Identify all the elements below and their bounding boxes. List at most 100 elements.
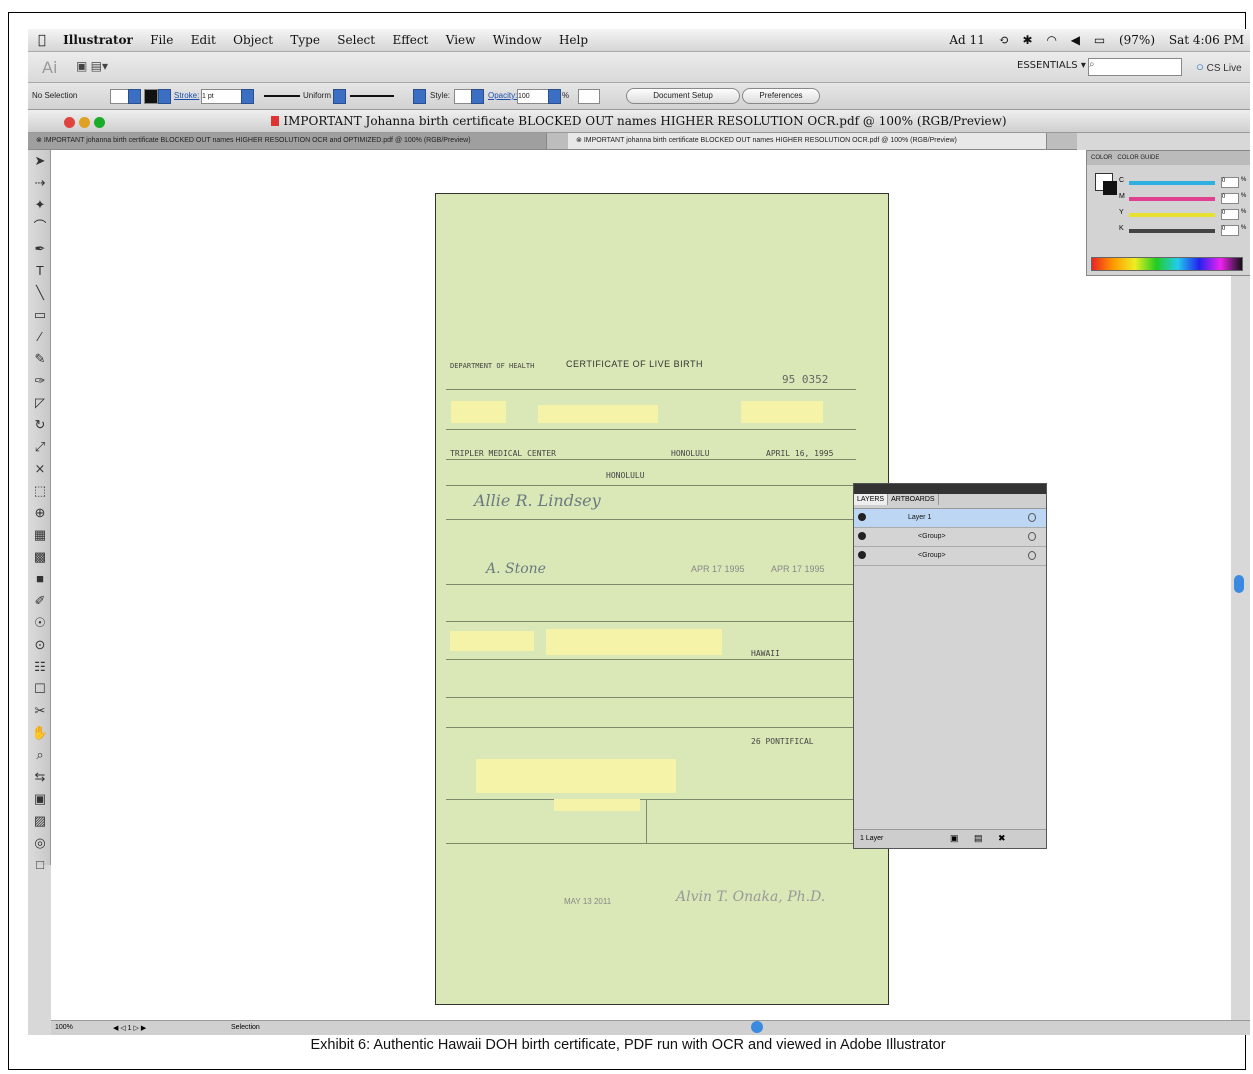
slice-tool-icon[interactable]: ✂ — [30, 700, 50, 722]
tab-layers[interactable]: LAYERS — [854, 494, 889, 505]
magic-wand-tool-icon[interactable]: ✦ — [30, 194, 50, 216]
style-swatch[interactable] — [454, 89, 472, 104]
opacity-dropdown[interactable] — [548, 89, 561, 104]
volume-icon[interactable]: ◀ — [1071, 33, 1080, 47]
color-mode-icon[interactable]: ▨ — [30, 810, 50, 832]
pencil-tool-icon[interactable]: ✎ — [30, 348, 50, 370]
fill-swatch[interactable] — [110, 89, 130, 104]
tab-color[interactable]: COLOR — [1091, 155, 1112, 161]
eyedropper-tool-icon[interactable]: ✐ — [30, 590, 50, 612]
layer-row[interactable]: <Group> — [854, 528, 1046, 547]
blob-brush-tool-icon[interactable]: ✑ — [30, 370, 50, 392]
uniform-label[interactable]: Uniform — [303, 91, 331, 100]
target-circle-icon[interactable] — [1028, 513, 1036, 522]
eraser-tool-icon[interactable]: ◸ — [30, 392, 50, 414]
bridge-icon[interactable]: ▣ ▤▾ — [76, 59, 108, 73]
shape-builder-tool-icon[interactable]: ⊕ — [30, 502, 50, 524]
artboard-canvas[interactable]: CERTIFICATE OF LIVE BIRTH DEPARTMENT OF … — [51, 150, 1231, 1020]
new-layer-icon[interactable]: ▣ — [950, 833, 959, 844]
mesh-tool-icon[interactable]: ▩ — [30, 546, 50, 568]
pen-tool-icon[interactable]: ✒ — [30, 238, 50, 260]
preferences-button[interactable]: Preferences — [742, 88, 820, 104]
menu-file[interactable]: File — [150, 33, 173, 47]
fill-stroke-icon[interactable]: ▣ — [30, 788, 50, 810]
menu-edit[interactable]: Edit — [191, 33, 216, 47]
direct-selection-tool-icon[interactable]: ⇢ — [30, 172, 50, 194]
adobe-status[interactable]: Ad 11 — [949, 33, 984, 47]
column-graph-tool-icon[interactable]: ☷ — [30, 656, 50, 678]
rectangle-tool-icon[interactable]: ▭ — [30, 304, 50, 326]
layer-row[interactable]: Layer 1 — [854, 509, 1046, 528]
brush-dropdown[interactable] — [413, 89, 426, 104]
profile-dropdown[interactable] — [333, 89, 346, 104]
visibility-eye-icon[interactable] — [858, 532, 866, 540]
color-spectrum[interactable] — [1091, 257, 1243, 271]
target-circle-icon[interactable] — [1028, 551, 1036, 560]
cyan-slider[interactable] — [1129, 181, 1215, 185]
yellow-slider[interactable] — [1129, 213, 1215, 217]
search-input[interactable]: ⌕ — [1088, 58, 1182, 76]
menu-type[interactable]: Type — [290, 33, 320, 47]
cs-live-button[interactable]: ○ CS Live — [1196, 59, 1242, 74]
line-tool-icon[interactable]: ╲ — [30, 282, 50, 304]
tab-ocr-doc[interactable]: ⊗ IMPORTANT johanna birth certificate BL… — [568, 133, 1047, 149]
wifi-icon[interactable]: ◠ — [1046, 33, 1056, 47]
hand-tool-icon[interactable]: ✋ — [30, 722, 50, 744]
layer-row[interactable]: <Group> — [854, 547, 1046, 566]
selection-tool-icon[interactable]: ➤ — [30, 150, 50, 172]
perspective-grid-tool-icon[interactable]: ▦ — [30, 524, 50, 546]
stroke-swatch-icon[interactable] — [1103, 181, 1117, 195]
magenta-value[interactable]: 0 — [1221, 193, 1239, 204]
screen-mode-icon[interactable]: □ — [30, 854, 50, 876]
black-slider[interactable] — [1129, 229, 1215, 233]
workspace-switcher[interactable]: ESSENTIALS ▾ — [1017, 60, 1086, 71]
clock[interactable]: Sat 4:06 PM — [1169, 33, 1244, 47]
paintbrush-tool-icon[interactable]: ∕ — [30, 326, 50, 348]
new-sublayer-icon[interactable]: ▤ — [974, 833, 983, 844]
tab-artboards[interactable]: ARTBOARDS — [888, 494, 939, 505]
stroke-label[interactable]: Stroke: — [174, 91, 199, 100]
zoom-level[interactable]: 100% — [55, 1024, 73, 1031]
scroll-thumb[interactable] — [751, 1021, 763, 1033]
current-tool[interactable]: Selection — [231, 1024, 260, 1031]
swap-colors-icon[interactable]: ⇆ — [30, 766, 50, 788]
yellow-value[interactable]: 0 — [1221, 209, 1239, 220]
scale-tool-icon[interactable]: ⤢ — [30, 436, 50, 458]
delete-layer-icon[interactable]: ✖ — [998, 833, 1006, 844]
type-tool-icon[interactable]: T — [30, 260, 50, 282]
battery-icon[interactable]: ▭ — [1094, 33, 1105, 47]
artboard-nav[interactable]: ◀ ◁ 1 ▷ ▶ — [113, 1024, 146, 1032]
width-tool-icon[interactable]: ⨯ — [30, 458, 50, 480]
free-transform-tool-icon[interactable]: ⬚ — [30, 480, 50, 502]
visibility-eye-icon[interactable] — [858, 551, 866, 559]
bluetooth-icon[interactable]: ✱ — [1023, 33, 1033, 47]
menu-select[interactable]: Select — [337, 33, 375, 47]
lasso-tool-icon[interactable]: ⌒ — [30, 216, 50, 238]
target-circle-icon[interactable] — [1028, 532, 1036, 541]
recolor-artwork-icon[interactable] — [578, 89, 600, 104]
menu-window[interactable]: Window — [493, 33, 542, 47]
birth-certificate-page[interactable]: CERTIFICATE OF LIVE BIRTH DEPARTMENT OF … — [435, 193, 889, 1005]
rotate-tool-icon[interactable]: ↻ — [30, 414, 50, 436]
blend-tool-icon[interactable]: ☉ — [30, 612, 50, 634]
menu-view[interactable]: View — [446, 33, 476, 47]
stroke-swatch[interactable] — [144, 89, 158, 104]
opacity-field[interactable]: 100 — [517, 89, 549, 104]
vertical-scroll-thumb[interactable] — [1234, 575, 1244, 593]
menu-object[interactable]: Object — [233, 33, 273, 47]
panel-header[interactable] — [854, 484, 1046, 494]
stroke-color-dropdown[interactable] — [158, 89, 171, 104]
stroke-weight-dropdown[interactable] — [241, 89, 254, 104]
opacity-label[interactable]: Opacity: — [488, 91, 517, 100]
time-machine-icon[interactable]: ⟲ — [999, 33, 1009, 47]
draw-mode-icon[interactable]: ◎ — [30, 832, 50, 854]
stroke-weight-field[interactable]: 1 pt — [201, 89, 243, 104]
tab-optimized-doc[interactable]: ⊗ IMPORTANT johanna birth certificate BL… — [28, 133, 547, 149]
tab-color-guide[interactable]: COLOR GUIDE — [1117, 155, 1159, 161]
black-value[interactable]: 0 — [1221, 225, 1239, 236]
zoom-tool-icon[interactable]: ⌕ — [30, 744, 50, 766]
cyan-value[interactable]: 0 — [1221, 177, 1239, 188]
document-setup-button[interactable]: Document Setup — [626, 88, 740, 104]
apple-icon[interactable]:  — [38, 33, 46, 48]
fill-dropdown[interactable] — [128, 89, 141, 104]
